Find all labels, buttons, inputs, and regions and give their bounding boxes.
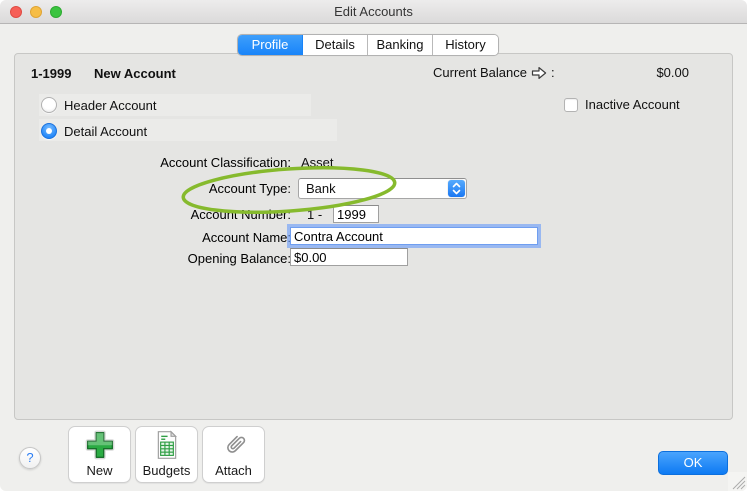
paperclip-icon	[219, 427, 249, 463]
account-type-combobox[interactable]: Bank	[298, 178, 467, 199]
new-button-label: New	[86, 463, 112, 478]
current-balance-colon: :	[551, 65, 555, 80]
inactive-account-option[interactable]: Inactive Account	[564, 97, 680, 112]
account-type-label: Account Type:	[91, 181, 291, 196]
profile-panel: 1-1999 New Account Current Balance : $0.…	[14, 53, 733, 420]
header-account-option[interactable]: Header Account	[41, 97, 157, 113]
current-balance-label: Current Balance	[433, 65, 527, 80]
inactive-account-checkbox[interactable]	[564, 98, 578, 112]
header-account-label[interactable]: Header Account	[64, 98, 157, 113]
right-arrow-icon	[531, 66, 547, 80]
edit-accounts-window: Edit Accounts Profile Details Banking Hi…	[0, 0, 747, 491]
title-bar: Edit Accounts	[0, 0, 747, 24]
opening-balance-input[interactable]	[290, 248, 408, 266]
account-name-label: Account Name:	[91, 230, 291, 245]
plus-icon	[84, 427, 116, 463]
budgets-button[interactable]: Budgets	[135, 426, 198, 483]
detail-account-label[interactable]: Detail Account	[64, 124, 147, 139]
account-number-text: 1-1999	[31, 66, 71, 81]
tab-bar: Profile Details Banking History	[237, 34, 499, 56]
opening-balance-label: Opening Balance:	[91, 251, 291, 266]
account-number-label: Account Number:	[91, 207, 291, 222]
combo-stepper-icon[interactable]	[448, 180, 465, 197]
tab-history[interactable]: History	[433, 35, 498, 55]
help-button[interactable]: ?	[19, 447, 41, 469]
classification-label: Account Classification:	[91, 155, 291, 170]
tab-profile[interactable]: Profile	[238, 35, 303, 55]
header-account-radio[interactable]	[41, 97, 57, 113]
account-title-text: New Account	[94, 66, 176, 81]
question-icon: ?	[26, 450, 33, 465]
account-number-input[interactable]	[333, 205, 379, 223]
new-button[interactable]: New	[68, 426, 131, 483]
ok-button[interactable]: OK	[658, 451, 728, 475]
window-title: Edit Accounts	[0, 0, 747, 24]
spreadsheet-icon	[153, 427, 181, 463]
classification-value: Asset	[301, 155, 334, 170]
account-name-input[interactable]	[290, 227, 538, 245]
account-type-value: Bank	[299, 181, 448, 196]
attach-button[interactable]: Attach	[202, 426, 265, 483]
current-balance-value: $0.00	[656, 65, 689, 80]
tab-banking[interactable]: Banking	[368, 35, 433, 55]
account-number-prefix: 1 -	[307, 207, 322, 222]
inactive-account-label[interactable]: Inactive Account	[585, 97, 680, 112]
resize-grip[interactable]	[728, 472, 747, 491]
budgets-button-label: Budgets	[143, 463, 191, 478]
tab-details[interactable]: Details	[303, 35, 368, 55]
detail-account-radio[interactable]	[41, 123, 57, 139]
detail-account-option[interactable]: Detail Account	[41, 123, 147, 139]
